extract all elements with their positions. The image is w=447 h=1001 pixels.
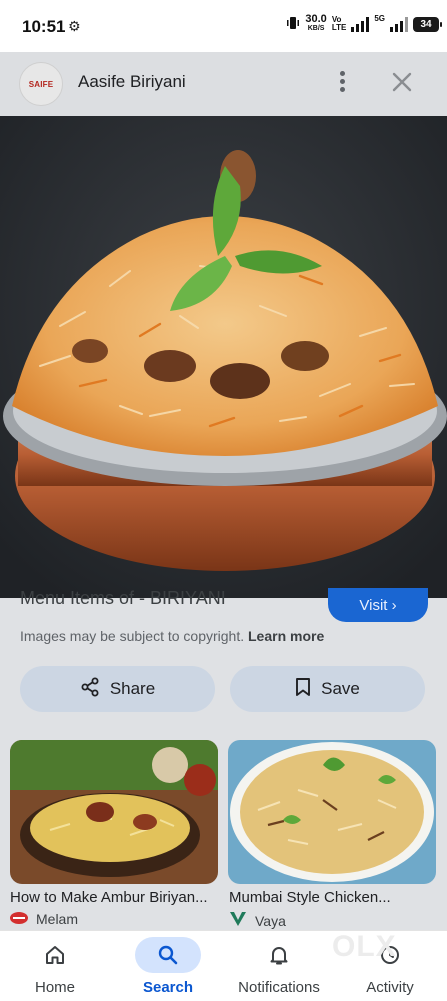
nav-notifications-label: Notifications	[238, 979, 320, 996]
battery-level: 34	[420, 18, 432, 30]
nav-search-label: Search	[142, 979, 194, 996]
related-source-2-name: Vaya	[255, 912, 286, 929]
signal-icon	[351, 16, 370, 32]
close-icon[interactable]	[388, 68, 416, 96]
save-button[interactable]: Save	[230, 666, 425, 712]
visit-button[interactable]: Visit ›	[328, 588, 428, 622]
volte-bottom: LTE	[331, 23, 347, 32]
nav-home[interactable]: Home	[5, 931, 105, 1001]
related-caption-1[interactable]: How to Make Ambur Biriyan...	[10, 889, 218, 906]
status-indicators: 30.0 KB/S Vo LTE 5G 34	[286, 14, 442, 34]
related-image-2[interactable]	[228, 740, 436, 884]
signal-icon-2	[390, 16, 408, 32]
copyright-text: Images may be subject to copyright.	[20, 628, 245, 644]
vibrate-icon	[286, 16, 300, 33]
related-source-1: Melam	[10, 911, 78, 927]
nav-activity-label: Activity	[366, 979, 414, 996]
vaya-logo-icon	[229, 911, 247, 930]
related-menu-title[interactable]: Menu Items of - BIRIYANI	[20, 588, 226, 608]
melam-logo-icon	[10, 911, 28, 927]
bell-icon	[270, 947, 288, 965]
status-bar: 10:51 ⚙ 30.0 KB/S Vo LTE 5G 34	[0, 0, 447, 52]
share-button[interactable]: Share	[20, 666, 215, 712]
main-food-image[interactable]	[0, 116, 447, 598]
chevron-right-icon: ›	[391, 597, 397, 614]
save-label: Save	[321, 679, 360, 698]
share-label: Share	[109, 679, 156, 698]
nav-notifications[interactable]: Notifications	[229, 931, 329, 1001]
nav-home-label: Home	[34, 979, 75, 996]
related-image-1[interactable]	[10, 740, 218, 884]
image-viewer-header	[0, 52, 447, 116]
network-speed-value: 30.0	[305, 13, 327, 25]
more-options-icon[interactable]	[332, 68, 352, 98]
network-speed-unit: KB/S	[307, 25, 325, 32]
source-title[interactable]: Aasife Biriyani	[78, 72, 186, 92]
copyright-notice: Images may be subject to copyright. Lear…	[20, 628, 324, 644]
olx-watermark: OLX	[332, 930, 397, 963]
network-speed: 30.0 KB/S	[305, 14, 326, 34]
nav-search[interactable]: Search	[118, 931, 218, 1001]
volte-indicator: Vo LTE	[332, 16, 347, 32]
notification-app-icon: ⚙	[68, 18, 81, 34]
related-caption-2[interactable]: Mumbai Style Chicken...	[229, 889, 437, 906]
bookmark-icon	[295, 677, 311, 702]
source-logo[interactable]: SAIFE	[19, 62, 63, 106]
network-type: 5G	[374, 14, 385, 23]
status-time: 10:51	[22, 17, 66, 36]
search-icon	[158, 945, 178, 965]
related-source-2: Vaya	[229, 911, 286, 930]
home-icon	[46, 946, 64, 964]
source-logo-text: SAIFE	[28, 79, 54, 89]
share-icon	[80, 677, 100, 702]
related-source-1-name: Melam	[36, 911, 79, 927]
learn-more-link[interactable]: Learn more	[248, 628, 324, 644]
visit-label: Visit	[359, 597, 388, 614]
battery-icon: 34	[413, 16, 442, 32]
